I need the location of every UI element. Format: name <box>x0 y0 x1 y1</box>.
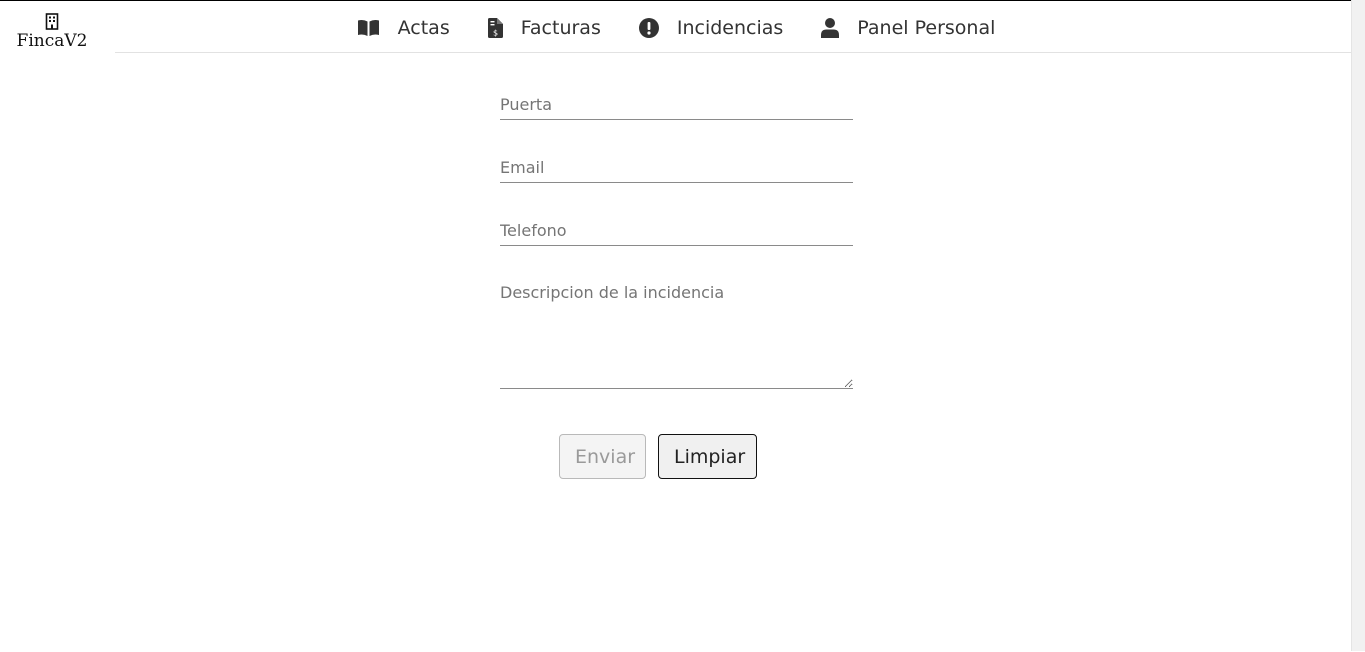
description-textarea[interactable] <box>500 270 853 389</box>
svg-text:$: $ <box>493 29 498 38</box>
form-actions: Enviar Limpiar <box>559 434 757 479</box>
file-invoice-dollar-icon: $ <box>487 18 503 38</box>
send-button[interactable]: Enviar <box>559 434 646 479</box>
book-open-icon <box>357 19 379 36</box>
user-icon <box>821 18 840 38</box>
description-field-wrapper <box>500 270 853 393</box>
clear-button[interactable]: Limpiar <box>658 434 757 479</box>
nav-label-incidencias: Incidencias <box>676 17 784 39</box>
nav-item-panel-personal[interactable]: Panel Personal <box>821 11 995 45</box>
nav-item-actas[interactable]: Actas <box>357 11 450 45</box>
nav-item-incidencias[interactable]: Incidencias <box>638 11 784 45</box>
exclamation-circle-icon <box>638 18 659 38</box>
nav-label-actas: Actas <box>397 17 450 39</box>
nav-item-facturas[interactable]: $ Facturas <box>487 11 601 45</box>
email-input[interactable] <box>500 144 853 183</box>
app-frame: FincaV2 Actas $ Facturas Incidencias Pan… <box>0 0 1352 652</box>
incident-form <box>500 81 853 417</box>
door-field-wrapper <box>500 81 853 120</box>
nav-divider <box>115 52 1352 53</box>
nav-label-panel-personal: Panel Personal <box>857 17 996 39</box>
phone-field-wrapper <box>500 207 853 246</box>
door-input[interactable] <box>500 81 853 120</box>
nav-label-facturas: Facturas <box>520 17 601 39</box>
email-field-wrapper <box>500 144 853 183</box>
main-nav: Actas $ Facturas Incidencias Panel Perso… <box>0 11 1352 45</box>
window-scrollbar[interactable] <box>1351 0 1365 651</box>
phone-input[interactable] <box>500 207 853 246</box>
